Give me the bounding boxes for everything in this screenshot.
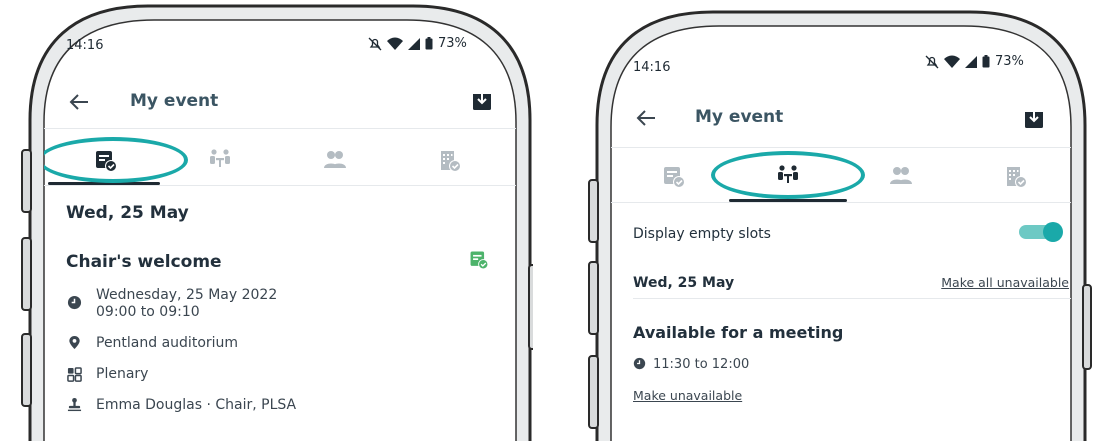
- tab-attendees-icon[interactable]: [322, 147, 348, 173]
- back-arrow-icon[interactable]: [635, 108, 657, 128]
- wifi-icon: [944, 55, 960, 68]
- battery-icon: [425, 37, 433, 50]
- added-to-agenda-icon[interactable]: [468, 249, 490, 271]
- mute-icon: [925, 55, 939, 68]
- tab-agenda-icon[interactable]: [93, 148, 119, 174]
- session-type-icon: [67, 367, 82, 382]
- battery-percent: 73%: [995, 54, 1024, 69]
- status-icons: 73%: [368, 36, 467, 51]
- toggle-knob: [1043, 222, 1063, 242]
- session-location: Pentland auditorium: [96, 335, 239, 351]
- slot-time: 11:30 to 12:00: [653, 357, 750, 372]
- back-arrow-icon[interactable]: [68, 92, 90, 112]
- download-icon[interactable]: [473, 90, 491, 110]
- tab-meetings-icon[interactable]: [775, 162, 801, 188]
- session-speaker[interactable]: Emma Douglas · Chair, PLSA: [96, 397, 296, 414]
- make-unavailable-link[interactable]: Make unavailable: [633, 388, 742, 403]
- display-empty-slots-toggle[interactable]: [1019, 222, 1065, 242]
- session-time: 09:00 to 09:10: [96, 304, 200, 320]
- tabs-divider: [44, 185, 516, 186]
- status-time: 14:16: [633, 60, 671, 75]
- display-empty-slots-label: Display empty slots: [633, 226, 771, 242]
- tab-exhibitors-icon[interactable]: [1003, 164, 1029, 190]
- location-pin-icon: [67, 335, 82, 350]
- page-title: My event: [695, 107, 784, 127]
- status-icons: 73%: [925, 54, 1024, 69]
- date-heading: Wed, 25 May: [633, 275, 735, 291]
- slot-title: Available for a meeting: [633, 323, 844, 342]
- clock-icon: [67, 295, 82, 310]
- session-type: Plenary: [96, 366, 149, 382]
- mute-icon: [368, 37, 382, 50]
- wifi-icon: [387, 37, 403, 50]
- date-divider: [633, 298, 1071, 299]
- page-title: My event: [130, 91, 219, 111]
- tab-meetings-icon[interactable]: [207, 146, 233, 172]
- signal-icon: [965, 55, 977, 68]
- battery-percent: 73%: [438, 36, 467, 51]
- date-heading: Wed, 25 May: [66, 203, 189, 223]
- session-date: Wednesday, 25 May 2022: [96, 287, 278, 303]
- speaker-icon: [67, 397, 82, 412]
- header-divider: [44, 128, 516, 129]
- make-all-unavailable-link[interactable]: Make all unavailable: [941, 275, 1069, 290]
- header-divider: [611, 147, 1071, 148]
- tab-exhibitors-icon[interactable]: [437, 148, 463, 174]
- download-icon[interactable]: [1025, 108, 1043, 128]
- signal-icon: [408, 37, 420, 50]
- status-time: 14:16: [66, 38, 104, 53]
- tabs-divider: [611, 202, 1071, 203]
- clock-icon: [633, 357, 646, 370]
- tab-attendees-icon[interactable]: [888, 163, 914, 189]
- battery-icon: [982, 55, 990, 68]
- right-phone: 14:16 73% My event Display empty slots W…: [585, 0, 1100, 441]
- tab-agenda-icon[interactable]: [661, 164, 687, 190]
- left-phone: 14:16 73% My event Wed, 25 May Chair's w…: [18, 0, 533, 441]
- session-title: Chair's welcome: [66, 252, 222, 272]
